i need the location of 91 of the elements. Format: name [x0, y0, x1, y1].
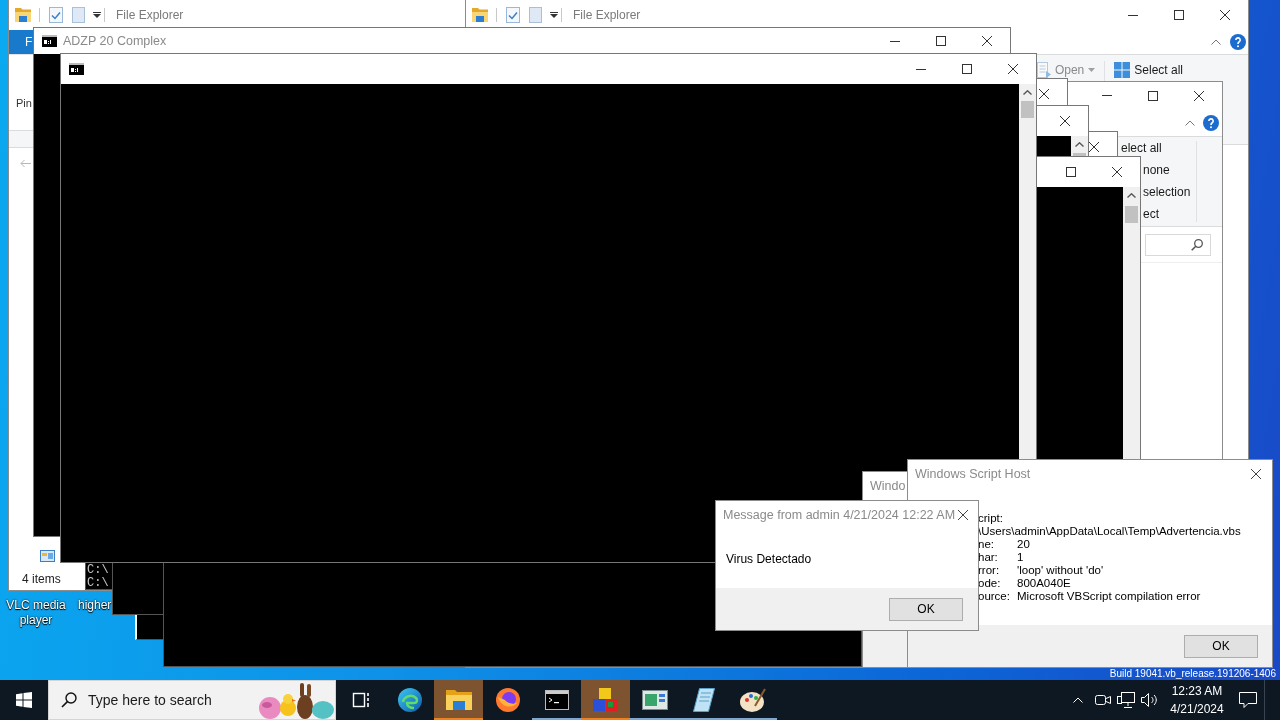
- select-all-icon: [1114, 62, 1131, 78]
- field-value: 1: [1017, 551, 1025, 564]
- volume-icon: [1140, 693, 1158, 707]
- maximize-icon[interactable]: [1066, 167, 1076, 177]
- maximize-icon[interactable]: [1174, 10, 1184, 20]
- field-label: har:: [978, 551, 999, 564]
- scrollbar-thumb[interactable]: [1073, 153, 1086, 156]
- ribbon-tab[interactable]: F: [9, 30, 34, 54]
- field-label: cript:: [978, 512, 1004, 525]
- dropdown-caret-icon[interactable]: [550, 12, 558, 18]
- search-icon: [1191, 238, 1203, 251]
- collapse-ribbon-icon[interactable]: [1185, 119, 1195, 126]
- close-icon[interactable]: [1089, 142, 1099, 152]
- clock-button[interactable]: 12:23 AM 4/21/2024: [1162, 680, 1232, 720]
- console-text: C:\: [87, 577, 110, 590]
- close-icon[interactable]: [1251, 469, 1261, 479]
- ribbon-button[interactable]: ect: [1143, 208, 1159, 221]
- check-document-icon[interactable]: [506, 7, 520, 23]
- scrollbar-thumb[interactable]: [1125, 206, 1138, 223]
- field-value: 'loop' without 'do': [1017, 564, 1105, 577]
- console-icon: [42, 35, 57, 47]
- close-icon[interactable]: [1194, 90, 1204, 101]
- close-icon[interactable]: [982, 36, 992, 46]
- search-field[interactable]: [1145, 233, 1211, 256]
- network-icon: [1117, 692, 1135, 708]
- maximize-icon[interactable]: [1148, 90, 1158, 101]
- minimize-icon[interactable]: [916, 68, 926, 70]
- colored-boxes-icon: [592, 688, 619, 712]
- scrollbar-thumb[interactable]: [1021, 101, 1034, 118]
- help-icon[interactable]: [1230, 34, 1246, 50]
- console-icon: [544, 690, 569, 710]
- search-icon: [61, 692, 77, 708]
- scroll-up-icon[interactable]: [1075, 142, 1084, 147]
- windows-logo-icon: [16, 692, 32, 708]
- dropdown-caret-icon[interactable]: [93, 12, 101, 18]
- status-text: 4 items: [22, 572, 61, 586]
- palette-icon: [739, 688, 766, 712]
- folder-icon: [445, 690, 472, 710]
- message-text: Virus Detectado: [726, 551, 812, 566]
- notepad-icon: [692, 688, 715, 712]
- maximize-icon[interactable]: [962, 64, 972, 74]
- folder-icon: [472, 8, 488, 22]
- field-label: ode:: [978, 577, 1002, 590]
- window-icon: [641, 690, 668, 710]
- easter-eggs-icon: [257, 683, 335, 719]
- close-icon[interactable]: [1220, 10, 1230, 20]
- window-title: Message from admin 4/21/2024 12:22 AM: [723, 508, 956, 522]
- field-label: ource:: [978, 590, 1011, 603]
- ok-button[interactable]: OK: [1184, 634, 1258, 658]
- field-label: rror:: [978, 564, 1001, 577]
- close-icon[interactable]: [1060, 116, 1070, 126]
- console-text: C:\: [87, 564, 110, 577]
- ribbon-command-label[interactable]: Pin: [16, 97, 32, 109]
- close-icon[interactable]: [958, 510, 968, 520]
- window-title: Windo: [870, 479, 906, 493]
- browser-icon: [495, 688, 520, 712]
- scroll-up-icon[interactable]: [1023, 90, 1032, 95]
- field-value: \Users\admin\AppData\Local\Temp\Advertencia.vbs: [978, 525, 1242, 538]
- minimize-icon[interactable]: [1128, 14, 1138, 16]
- check-document-icon[interactable]: [49, 7, 63, 23]
- help-icon[interactable]: [1203, 114, 1219, 131]
- browser-icon: [397, 688, 422, 712]
- camera-icon: [1095, 694, 1111, 706]
- window-title: File Explorer: [116, 8, 184, 22]
- notification-icon: [1239, 692, 1257, 708]
- open-document-icon: [1036, 62, 1051, 78]
- maximize-icon[interactable]: [936, 36, 946, 46]
- close-icon[interactable]: [1039, 89, 1049, 99]
- window-title: ADZP 20 Complex: [63, 34, 167, 48]
- file-icon[interactable]: [40, 550, 55, 562]
- scroll-up-icon[interactable]: [1127, 193, 1136, 198]
- ribbon-button[interactable]: none: [1143, 164, 1170, 177]
- console-icon: [69, 63, 84, 75]
- build-info-text: Build 19041.vb_release.191206-1406: [1109, 668, 1276, 680]
- chevron-up-icon: [1073, 697, 1083, 703]
- ribbon-button[interactable]: elect all: [1121, 142, 1162, 155]
- window-title: Windows Script Host: [915, 467, 1031, 481]
- field-value: 20: [1017, 538, 1031, 551]
- ribbon-button[interactable]: selection: [1143, 186, 1191, 199]
- field-label: ne:: [978, 538, 995, 551]
- task-view-icon: [351, 692, 370, 708]
- close-icon[interactable]: [1112, 167, 1122, 177]
- ok-button[interactable]: OK: [889, 597, 963, 621]
- field-value: 800A040E: [1017, 577, 1072, 590]
- folder-icon: [15, 8, 31, 22]
- ribbon-button[interactable]: Select all: [1112, 61, 1185, 79]
- minimize-icon[interactable]: [890, 40, 900, 42]
- close-icon[interactable]: [1008, 64, 1018, 74]
- window-title: File Explorer: [573, 8, 641, 22]
- collapse-ribbon-icon[interactable]: [1211, 39, 1221, 45]
- field-value: Microsoft VBScript compilation error: [1017, 590, 1202, 603]
